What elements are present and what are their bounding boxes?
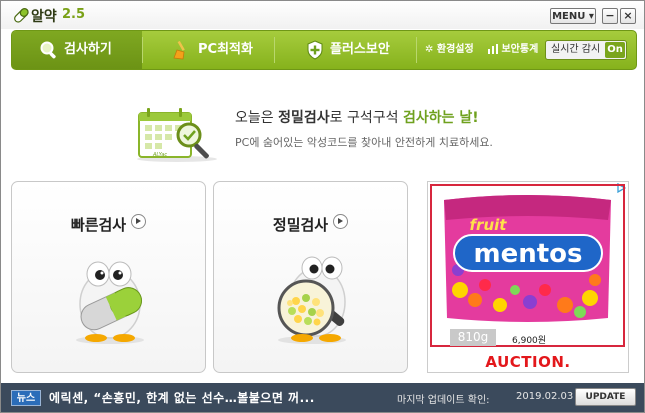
title-bar[interactable]: 알약 2.5 MENU ▾ − × xyxy=(1,1,644,29)
menu-label: MENU xyxy=(552,11,586,22)
news-badge: 뉴스 xyxy=(11,390,41,406)
play-icon xyxy=(131,214,147,229)
tab-plus-security-label: 플러스보안 xyxy=(330,42,390,57)
realtime-state: On xyxy=(605,42,625,58)
news-headline-link[interactable]: 에릭센, “손흥민, 한계 없는 선수…볼붙으면 꺼... xyxy=(49,389,315,406)
tab-pc-optimize[interactable]: PC최적화 xyxy=(143,31,273,69)
tab-pc-optimize-label: PC최적화 xyxy=(198,42,253,57)
realtime-label: 실시간 감시 xyxy=(551,44,601,55)
gear-icon: ✲ xyxy=(425,44,434,55)
env-settings-link[interactable]: ✲ 환경설정 xyxy=(425,31,474,69)
play-icon xyxy=(333,214,349,229)
footer-bar: 뉴스 에릭센, “손흥민, 한계 없는 선수…볼붙으면 꺼... 마지막 업데이… xyxy=(1,383,644,412)
ad-image-frame[interactable]: mentos fruit 810g 6,900원 xyxy=(430,184,625,347)
close-button[interactable]: × xyxy=(620,8,636,24)
banner-subtitle: PC에 숨어있는 악성코드를 찾아내 안전하게 치료하세요. xyxy=(235,136,493,149)
quick-scan-title: 빠른검사 xyxy=(12,214,205,235)
last-update-label: 마지막 업데이트 확인: xyxy=(397,395,490,406)
main-nav: 검사하기 PC최적화 플러스보안 ✲ 환경설정 보안통계 실시간 감시 On xyxy=(11,30,637,70)
menu-button[interactable]: MENU ▾ xyxy=(550,8,596,24)
magnifier-icon xyxy=(40,41,56,59)
pill-logo-icon xyxy=(14,8,29,23)
tab-scan[interactable]: 검사하기 xyxy=(12,31,142,69)
full-scan-card[interactable]: 정밀검사 xyxy=(213,181,408,373)
mascot-pill-icon xyxy=(76,261,144,344)
ad-store-logo[interactable]: AUCTION. xyxy=(428,353,628,371)
ad-weight-box: 810g xyxy=(450,329,496,346)
advertisement[interactable]: mentos fruit 810g 6,900원 AUCTION. xyxy=(427,181,629,373)
banner-title-bold: 정밀검사 xyxy=(278,110,330,126)
app-name: 알약 xyxy=(31,9,57,25)
ad-product-flavor: fruit xyxy=(470,216,508,234)
security-stats-label: 보안통계 xyxy=(501,44,539,55)
last-update-date: 2019.02.03 xyxy=(516,391,574,402)
ad-product-brand: mentos xyxy=(473,239,582,269)
realtime-monitor-toggle[interactable]: 실시간 감시 On xyxy=(545,40,627,60)
shield-plus-icon xyxy=(307,40,323,60)
env-settings-label: 환경설정 xyxy=(436,44,474,55)
chevron-down-icon: ▾ xyxy=(588,11,594,22)
calendar-scan-icon: ALYac xyxy=(137,108,217,162)
full-scan-title: 정밀검사 xyxy=(214,214,407,235)
full-scan-label: 정밀검사 xyxy=(272,216,329,234)
ad-price: 6,900원 xyxy=(512,336,547,346)
banner-title-pre: 오늘은 xyxy=(235,110,279,126)
quick-scan-label: 빠른검사 xyxy=(70,216,127,234)
bar-chart-icon xyxy=(488,44,498,54)
banner-title-green: 검사하는 날! xyxy=(402,110,479,126)
app-version: 2.5 xyxy=(62,7,86,22)
app-window: 알약 2.5 MENU ▾ − × 검사하기 PC최적화 플러스보안 ✲ 환경설… xyxy=(0,0,645,413)
mascot-magnifier-icon xyxy=(277,256,346,344)
update-button[interactable]: UPDATE xyxy=(575,388,636,406)
tab-scan-label: 검사하기 xyxy=(64,42,112,57)
security-stats-link[interactable]: 보안통계 xyxy=(488,31,538,69)
banner-title-mid: 로 구석구석 xyxy=(329,110,403,126)
banner-title: 오늘은 정밀검사로 구석구석 검사하는 날! xyxy=(235,107,479,127)
calendar-tag: ALYac xyxy=(152,152,167,158)
broom-icon xyxy=(173,40,185,60)
minimize-button[interactable]: − xyxy=(602,8,618,24)
quick-scan-card[interactable]: 빠른검사 xyxy=(11,181,206,373)
candy-bag-image: mentos fruit xyxy=(444,195,611,322)
nav-divider xyxy=(416,37,417,63)
tab-plus-security[interactable]: 플러스보안 xyxy=(275,31,415,69)
